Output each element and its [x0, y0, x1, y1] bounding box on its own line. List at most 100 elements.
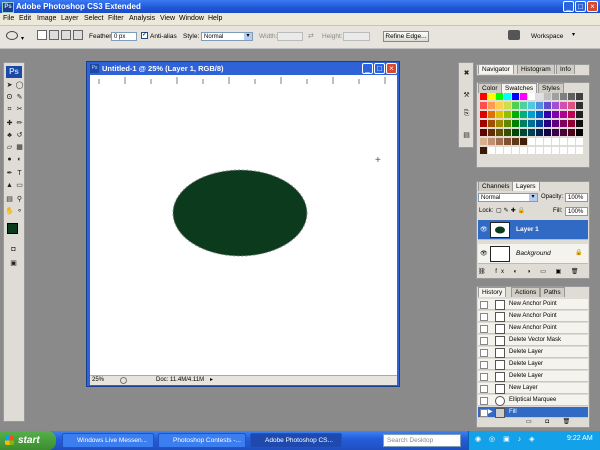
history-checkbox[interactable]	[480, 349, 488, 357]
blur-tool-icon[interactable]: ●	[5, 155, 14, 164]
doc-close-button[interactable]: ×	[386, 63, 397, 74]
style-select[interactable]: Normal ▾	[201, 32, 253, 41]
zoom-level[interactable]: 25%	[92, 376, 104, 385]
tab-channels[interactable]: Channels	[478, 181, 514, 191]
type-tool-icon[interactable]: T	[15, 169, 24, 178]
history-item[interactable]: New Anchor Point	[478, 299, 588, 310]
history-checkbox[interactable]	[480, 373, 488, 381]
swatch-grid[interactable]	[480, 93, 589, 163]
history-item[interactable]: Delete Layer	[478, 347, 588, 358]
history-footer-icons[interactable]: ▭ ◘ 🗑	[526, 418, 588, 427]
chevron-down-icon[interactable]: ▾	[21, 35, 24, 42]
tab-info[interactable]: Info	[556, 64, 575, 74]
start-button[interactable]: start	[0, 431, 56, 450]
layer-row-layer-1[interactable]: 👁 Layer 1	[478, 220, 588, 240]
lasso-tool-icon[interactable]: ʘ	[5, 93, 14, 102]
intersect-selection-icon[interactable]	[73, 30, 83, 40]
chevron-down-icon[interactable]: ▾	[572, 31, 575, 38]
history-checkbox[interactable]	[480, 301, 488, 309]
layer-comps-icon[interactable]: ▤	[462, 131, 471, 140]
menu-analysis[interactable]: Analysis	[129, 14, 155, 24]
eyedropper-tool-icon[interactable]: ⚲	[15, 195, 24, 204]
lock-options-icons[interactable]: ▢✎✚🔒	[496, 207, 527, 214]
status-menu-icon[interactable]	[120, 377, 127, 384]
subtract-selection-icon[interactable]	[61, 30, 71, 40]
eye-icon[interactable]: 👁	[480, 226, 488, 233]
workspace-menu[interactable]: Workspace	[531, 32, 563, 41]
menu-edit[interactable]: Edit	[19, 14, 31, 24]
tab-swatches[interactable]: Swatches	[501, 83, 538, 93]
task-windows-live-messenger[interactable]: Windows Live Messen...	[62, 433, 154, 448]
tab-paths[interactable]: Paths	[540, 287, 565, 297]
tools-preset-icon[interactable]: ✖	[462, 69, 471, 78]
history-checkbox[interactable]	[480, 337, 488, 345]
menu-image[interactable]: Image	[37, 14, 56, 24]
menu-file[interactable]: File	[3, 14, 14, 24]
marquee-tool-icon[interactable]: ◯	[15, 81, 24, 90]
tab-actions[interactable]: Actions	[511, 287, 541, 297]
history-checkbox[interactable]	[480, 385, 488, 393]
task-photoshop-contests[interactable]: Photoshop Contests -...	[158, 433, 246, 448]
quick-select-tool-icon[interactable]: ✎	[15, 93, 24, 102]
history-item[interactable]: New Anchor Point	[478, 311, 588, 322]
healing-tool-icon[interactable]: ✚	[5, 119, 14, 128]
blend-mode-select[interactable]: Normal ▾	[478, 193, 538, 202]
chevron-right-icon[interactable]: ▸	[210, 376, 213, 385]
tab-styles[interactable]: Styles	[538, 83, 564, 93]
close-button[interactable]: ×	[587, 1, 598, 12]
history-item[interactable]: New Anchor Point	[478, 323, 588, 334]
brush-tool-icon[interactable]: ✏	[15, 119, 24, 128]
move-tool-icon[interactable]: ➤	[5, 81, 14, 90]
history-item[interactable]: Delete Vector Mask	[478, 335, 588, 346]
eye-icon[interactable]: 👁	[480, 250, 488, 257]
stamp-tool-icon[interactable]: ♣	[5, 131, 14, 140]
filled-ellipse-selection[interactable]	[172, 169, 308, 257]
menu-select[interactable]: Select	[84, 14, 103, 24]
history-item[interactable]: Elliptical Marquee	[478, 395, 588, 406]
new-selection-icon[interactable]	[37, 30, 47, 40]
minimize-button[interactable]: _	[563, 1, 574, 12]
shape-tool-icon[interactable]: ▭	[15, 181, 24, 190]
menu-layer[interactable]: Layer	[61, 14, 79, 24]
history-item[interactable]: Delete Layer	[478, 359, 588, 370]
brushes-icon[interactable]: ⚒	[462, 91, 471, 100]
eraser-tool-icon[interactable]: ▱	[5, 143, 14, 152]
history-checkbox[interactable]	[480, 397, 488, 405]
doc-maximize-button[interactable]: □	[374, 63, 385, 74]
add-selection-icon[interactable]	[49, 30, 59, 40]
pen-tool-icon[interactable]: ✒	[5, 169, 14, 178]
search-desktop-input[interactable]: Search Desktop	[383, 434, 461, 447]
canvas[interactable]: +	[99, 84, 397, 375]
opacity-input[interactable]: 100%	[565, 193, 588, 202]
tab-color[interactable]: Color	[478, 83, 502, 93]
dodge-tool-icon[interactable]: ◐	[15, 155, 24, 164]
crop-tool-icon[interactable]: ⌗	[5, 105, 14, 114]
antialias-checkbox[interactable]: ✓	[141, 32, 148, 39]
layer-row-background[interactable]: 👁 Background 🔒	[478, 244, 588, 264]
slice-tool-icon[interactable]: ✂	[15, 105, 24, 114]
tab-layers[interactable]: Layers	[512, 181, 540, 191]
history-checkbox[interactable]	[480, 325, 488, 333]
elliptical-marquee-icon[interactable]	[6, 31, 18, 40]
tab-histogram[interactable]: Histogram	[517, 64, 555, 74]
history-checkbox[interactable]	[480, 409, 488, 417]
layers-footer-icons[interactable]: ⛓ fx ◐ ◑ ▭ ▣ 🗑	[478, 268, 588, 278]
foreground-color-swatch[interactable]	[7, 223, 18, 234]
maximize-button[interactable]: □	[575, 1, 586, 12]
menu-view[interactable]: View	[160, 14, 175, 24]
screen-mode-icon[interactable]: ▣	[9, 259, 18, 268]
quick-mask-icon[interactable]: ◘	[9, 245, 18, 254]
menu-window[interactable]: Window	[179, 14, 204, 24]
doc-minimize-button[interactable]: _	[362, 63, 373, 74]
path-select-tool-icon[interactable]: ▲	[5, 181, 14, 190]
history-item-selected[interactable]: ▶ Fill	[478, 407, 588, 418]
task-adobe-photoshop[interactable]: Adobe Photoshop CS...	[250, 433, 342, 448]
fill-input[interactable]: 100%	[565, 207, 588, 216]
gradient-tool-icon[interactable]: ▦	[15, 143, 24, 152]
brushes-palette-icon[interactable]	[508, 30, 520, 40]
menu-help[interactable]: Help	[208, 14, 222, 24]
tray-icons[interactable]: ◉ ◎ ▣ ♪ ◈	[475, 435, 538, 443]
tab-navigator[interactable]: Navigator	[478, 64, 514, 74]
feather-input[interactable]: 0 px	[111, 32, 137, 41]
history-brush-tool-icon[interactable]: ↺	[15, 131, 24, 140]
